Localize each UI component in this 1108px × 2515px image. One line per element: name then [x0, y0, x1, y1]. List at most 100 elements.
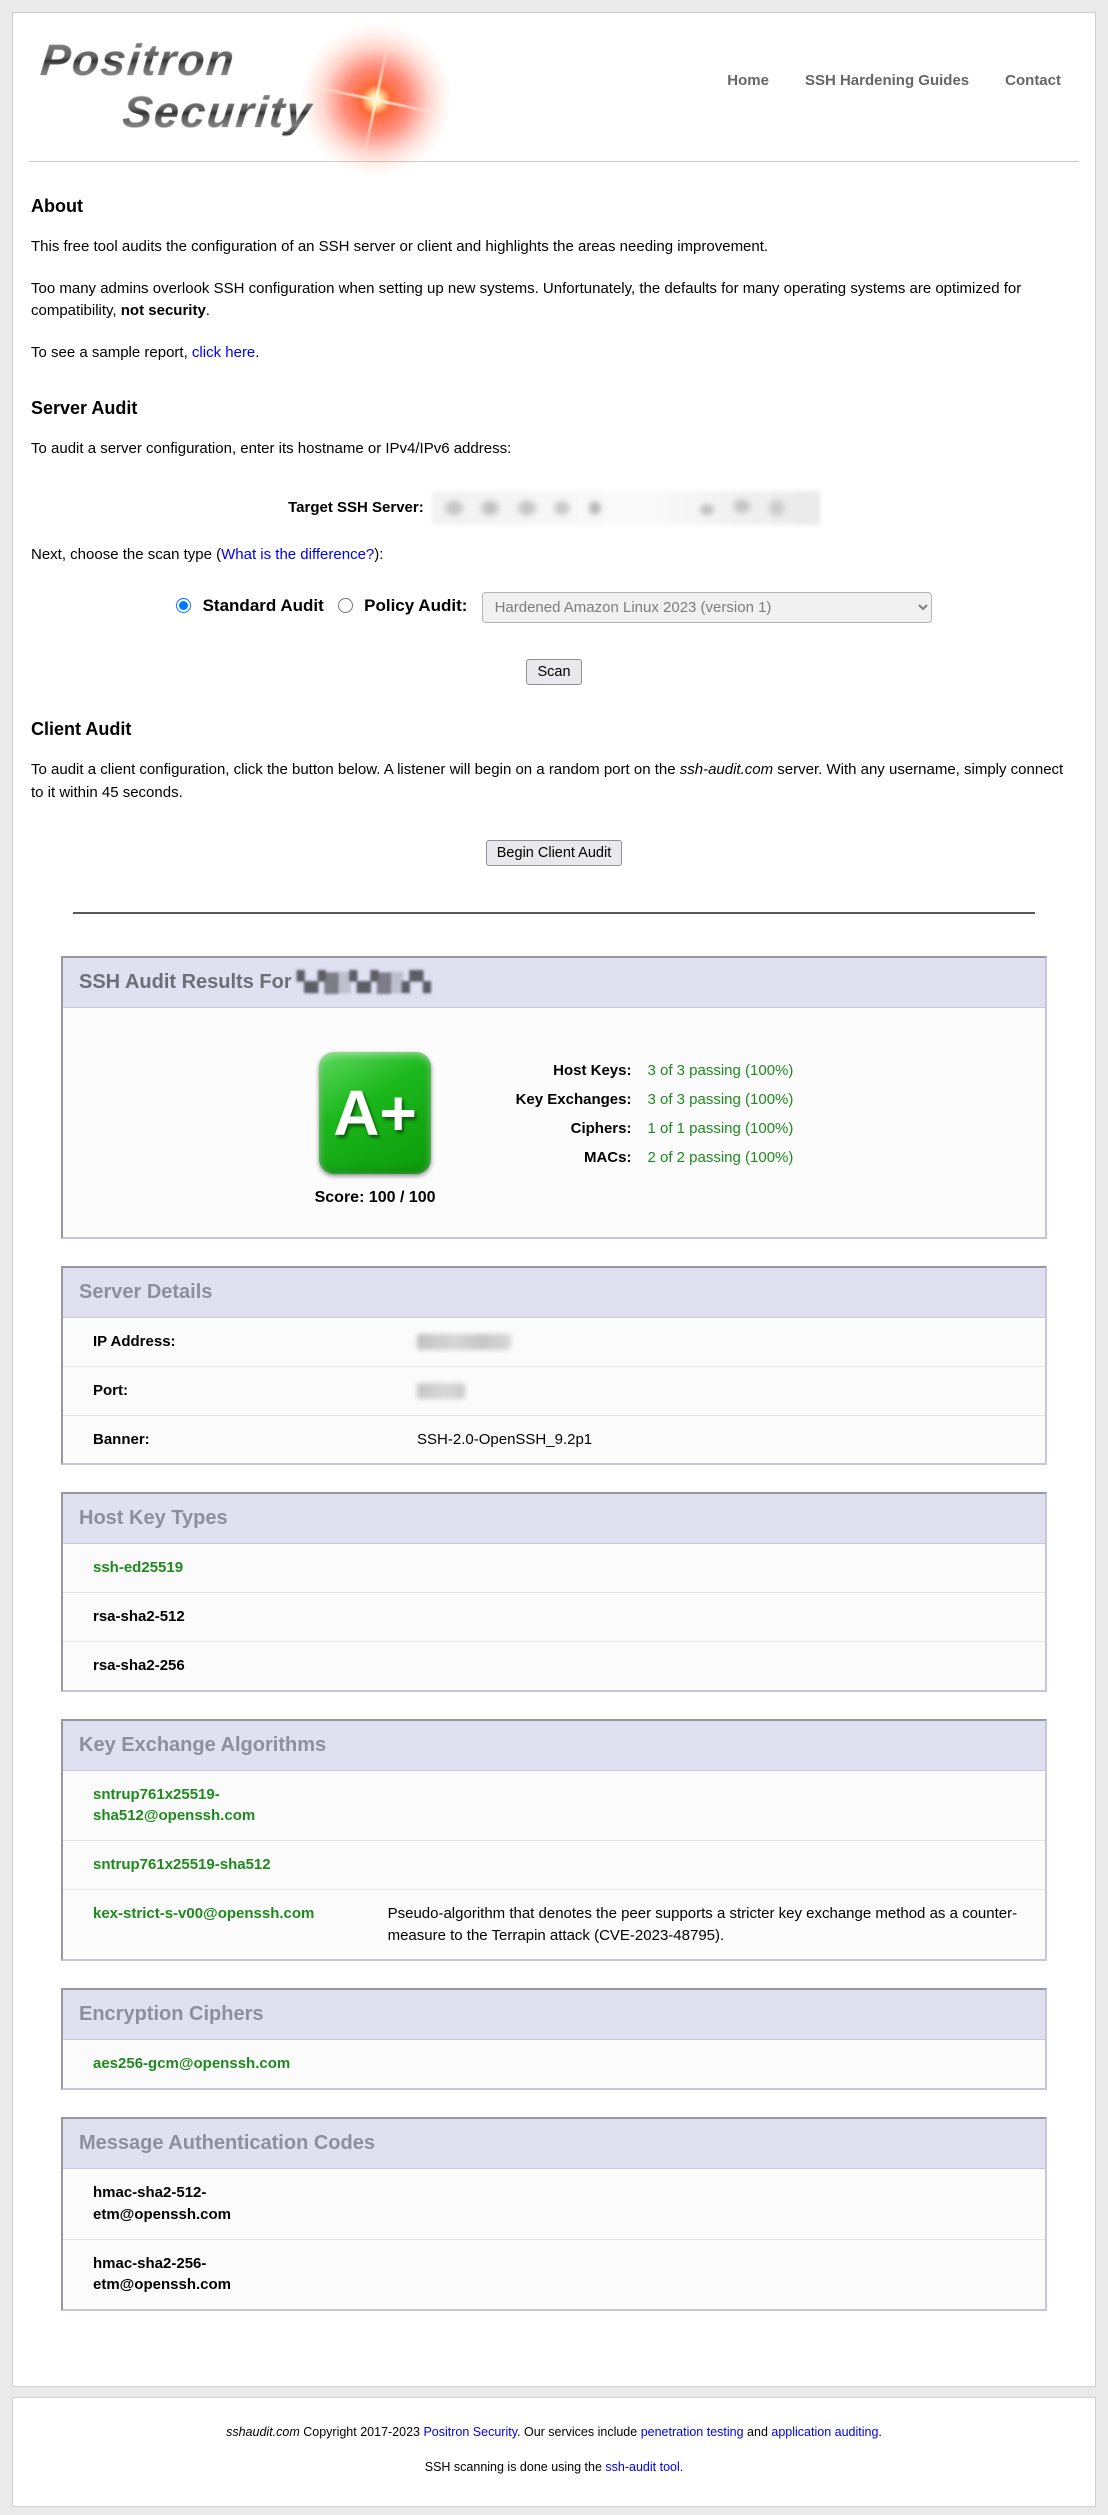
- standard-audit-label: Standard Audit: [203, 596, 324, 615]
- host-key-rsa-sha2-256: rsa-sha2-256: [63, 1641, 1045, 1689]
- footer-services-text: . Our services include: [517, 2425, 641, 2439]
- logo-line-security: Security: [121, 91, 315, 135]
- grade-column: A+ Score: 100 / 100: [315, 1052, 436, 1207]
- macs-table: hmac-sha2-512-etm@openssh.com hmac-sha2-…: [63, 2169, 1045, 2309]
- table-row: IP Address:: [63, 1318, 1045, 1366]
- scan-type-paragraph: Next, choose the scan type (What is the …: [31, 544, 1077, 567]
- footer-positron-security-link[interactable]: Positron Security: [423, 2425, 517, 2439]
- server-audit-intro: To audit a server configuration, enter i…: [31, 438, 1077, 461]
- host-key-types-table: ssh-ed25519 rsa-sha2-512 rsa-sha2-256: [63, 1544, 1045, 1689]
- server-details-panel: Server Details IP Address: Port: Banner:…: [61, 1266, 1047, 1465]
- table-row: sntrup761x25519-sha512@openssh.com: [63, 1771, 1045, 1841]
- nav-contact[interactable]: Contact: [1005, 72, 1061, 89]
- scan-button[interactable]: Scan: [526, 659, 581, 685]
- scan-type-text-end: ):: [374, 546, 383, 563]
- client-audit-heading: Client Audit: [31, 719, 1077, 740]
- encryption-ciphers-panel: Encryption Ciphers aes256-gcm@openssh.co…: [61, 1988, 1047, 2090]
- kex-note-empty: [358, 1841, 1045, 1890]
- server-details-title: Server Details: [63, 1268, 1045, 1318]
- nav-ssh-hardening-guides[interactable]: SSH Hardening Guides: [805, 72, 969, 89]
- footer-scanning-period: .: [680, 2460, 683, 2474]
- key-exchange-title: Key Exchange Algorithms: [63, 1721, 1045, 1771]
- footer-line-2: SSH scanning is done using the ssh-audit…: [13, 2459, 1095, 2477]
- client-audit-button-row: Begin Client Audit: [31, 840, 1077, 866]
- grade-badge: A+: [319, 1052, 431, 1174]
- server-details-table: IP Address: Port: Banner: SSH-2.0-OpenSS…: [63, 1318, 1045, 1463]
- mac-hmac-sha2-256-etm: hmac-sha2-256-etm@openssh.com: [63, 2239, 299, 2309]
- footer-period: .: [878, 2425, 881, 2439]
- about-paragraph-2: Too many admins overlook SSH configurati…: [31, 278, 1077, 323]
- table-row: sntrup761x25519-sha512: [63, 1841, 1045, 1890]
- results-separator: [73, 912, 1035, 914]
- footer-ssh-audit-tool-link[interactable]: ssh-audit tool: [605, 2460, 679, 2474]
- results-body: A+ Score: 100 / 100 Host Keys: 3 of 3 pa…: [63, 1008, 1045, 1237]
- banner-label: Banner:: [63, 1415, 387, 1463]
- page-content: About This free tool audits the configur…: [13, 196, 1095, 2311]
- mac-note-empty: [299, 2169, 1045, 2239]
- stat-label-ciphers: Ciphers:: [516, 1120, 632, 1137]
- results-stats: Host Keys: 3 of 3 passing (100%) Key Exc…: [516, 1062, 794, 1166]
- about-paragraph-3: To see a sample report, click here.: [31, 342, 1077, 365]
- logo-line-positron: Positron: [39, 39, 315, 83]
- banner-value: SSH-2.0-OpenSSH_9.2p1: [387, 1415, 1045, 1463]
- redacted-port-value: [417, 1383, 465, 1399]
- policy-select[interactable]: Hardened Amazon Linux 2023 (version 1): [482, 592, 932, 623]
- stat-value-key-exchanges: 3 of 3 passing (100%): [647, 1091, 793, 1108]
- policy-audit-radio[interactable]: [338, 598, 353, 613]
- sample-report-link[interactable]: click here: [192, 344, 255, 361]
- scan-type-difference-link[interactable]: What is the difference?: [221, 546, 374, 563]
- stat-label-host-keys: Host Keys:: [516, 1062, 632, 1079]
- mac-note-empty: [299, 2239, 1045, 2309]
- footer-domain: sshaudit.com: [226, 2425, 300, 2439]
- positron-security-logo[interactable]: Positron Security: [31, 17, 501, 157]
- kex-strict-s-v00: kex-strict-s-v00@openssh.com: [63, 1889, 358, 1959]
- key-exchange-table: sntrup761x25519-sha512@openssh.com sntru…: [63, 1771, 1045, 1960]
- target-server-input[interactable]: [432, 491, 820, 525]
- sample-report-text: To see a sample report,: [31, 344, 192, 361]
- stat-label-macs: MACs:: [516, 1149, 632, 1166]
- starburst-icon: [301, 25, 451, 175]
- redacted-ip-value: [417, 1334, 511, 1350]
- table-row: kex-strict-s-v00@openssh.com Pseudo-algo…: [63, 1889, 1045, 1959]
- main-nav: Home SSH Hardening Guides Contact: [727, 72, 1061, 89]
- stat-value-ciphers: 1 of 1 passing (100%): [647, 1120, 793, 1137]
- scan-type-text: Next, choose the scan type (: [31, 546, 221, 563]
- kex-note-empty: [358, 1771, 1045, 1841]
- kex-strict-note: Pseudo-algorithm that denotes the peer s…: [358, 1889, 1045, 1959]
- host-key-ssh-ed25519: ssh-ed25519: [63, 1544, 1045, 1592]
- client-audit-domain: ssh-audit.com: [680, 761, 773, 778]
- client-audit-text: To audit a client configuration, click t…: [31, 761, 680, 778]
- redacted-hostname: ▚▞▓▒▚▞▓▒▞▚: [297, 972, 429, 993]
- about-p2-period: .: [206, 302, 210, 319]
- results-panel-title: SSH Audit Results For ▚▞▓▒▚▞▓▒▞▚: [63, 958, 1045, 1008]
- footer-penetration-testing-link[interactable]: penetration testing: [641, 2425, 744, 2439]
- port-value: [387, 1366, 1045, 1415]
- ssh-audit-results-panel: SSH Audit Results For ▚▞▓▒▚▞▓▒▞▚ A+ Scor…: [61, 956, 1047, 1239]
- key-exchange-panel: Key Exchange Algorithms sntrup761x25519-…: [61, 1719, 1047, 1962]
- server-audit-heading: Server Audit: [31, 398, 1077, 419]
- table-row: Banner: SSH-2.0-OpenSSH_9.2p1: [63, 1415, 1045, 1463]
- about-p2-bold: not security: [121, 302, 206, 319]
- mac-hmac-sha2-512-etm: hmac-sha2-512-etm@openssh.com: [63, 2169, 299, 2239]
- sample-report-period: .: [255, 344, 259, 361]
- score-line: Score: 100 / 100: [315, 1189, 436, 1207]
- footer-scanning-text: SSH scanning is done using the: [425, 2460, 606, 2474]
- logo-text: Positron Security: [41, 39, 313, 135]
- site-header: Positron Security Home SSH Hardening Gui…: [13, 13, 1095, 161]
- footer-application-auditing-link[interactable]: application auditing: [771, 2425, 878, 2439]
- table-row: rsa-sha2-256: [63, 1641, 1045, 1689]
- ip-address-value: [387, 1318, 1045, 1366]
- results-title-text: SSH Audit Results For: [79, 971, 297, 993]
- stat-label-key-exchanges: Key Exchanges:: [516, 1091, 632, 1108]
- standard-audit-radio[interactable]: [176, 598, 191, 613]
- table-row: ssh-ed25519: [63, 1544, 1045, 1592]
- about-heading: About: [31, 196, 1077, 217]
- footer-and-text: and: [744, 2425, 772, 2439]
- scan-button-row: Scan: [31, 659, 1077, 685]
- macs-panel: Message Authentication Codes hmac-sha2-5…: [61, 2117, 1047, 2311]
- begin-client-audit-button[interactable]: Begin Client Audit: [486, 840, 622, 866]
- nav-home[interactable]: Home: [727, 72, 769, 89]
- encryption-ciphers-title: Encryption Ciphers: [63, 1990, 1045, 2040]
- about-paragraph-1: This free tool audits the configuration …: [31, 236, 1077, 259]
- encryption-ciphers-table: aes256-gcm@openssh.com: [63, 2040, 1045, 2088]
